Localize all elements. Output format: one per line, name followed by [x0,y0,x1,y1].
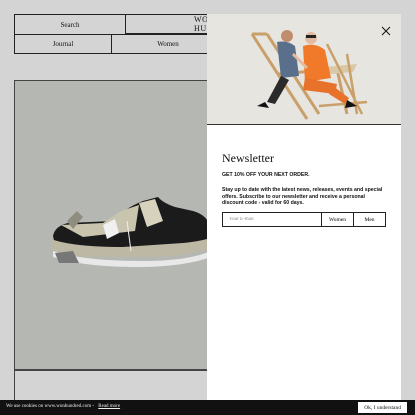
journal-label: Journal [52,40,74,48]
newsletter-modal: Newsletter GET 10% OFF YOUR NEXT ORDER. … [207,14,401,401]
bottom-strip [14,370,224,400]
subscribe-women-button[interactable]: Women [321,213,353,226]
newsletter-description: Stay up to date with the latest news, re… [222,187,383,207]
newsletter-image [207,14,401,124]
cookie-text: We use cookies on www.wonhundred.com - [6,404,95,409]
subscribe-men-button[interactable]: Men [353,213,385,226]
search-label: Search [60,20,80,29]
models-photo [207,14,401,124]
cookie-bar: We use cookies on www.wonhundred.com - R… [0,400,415,415]
accept-cookies-button[interactable]: Ok, I understand [358,402,407,413]
newsletter-form: Women Men [222,212,386,227]
cookie-text-wrap: We use cookies on www.wonhundred.com - R… [6,404,120,409]
newsletter-offer: GET 10% OFF YOUR NEXT ORDER. [222,172,310,178]
page: Search WON HU Journal Women Newsletter G… [0,0,415,415]
read-more-link[interactable]: Read more [98,404,120,409]
newsletter-title: Newsletter [222,151,274,165]
newsletter-body: Newsletter GET 10% OFF YOUR NEXT ORDER. … [207,124,401,402]
journal-link[interactable]: Journal [14,34,112,54]
women-label: Women [157,40,179,48]
close-icon [381,26,391,36]
email-input[interactable] [223,213,321,226]
close-button[interactable] [379,24,393,38]
search-link[interactable]: Search [14,14,126,35]
product-image-panel[interactable] [14,80,224,370]
header-nav: Search WON HU Journal Women [14,14,224,54]
sneaker-image [51,197,213,267]
